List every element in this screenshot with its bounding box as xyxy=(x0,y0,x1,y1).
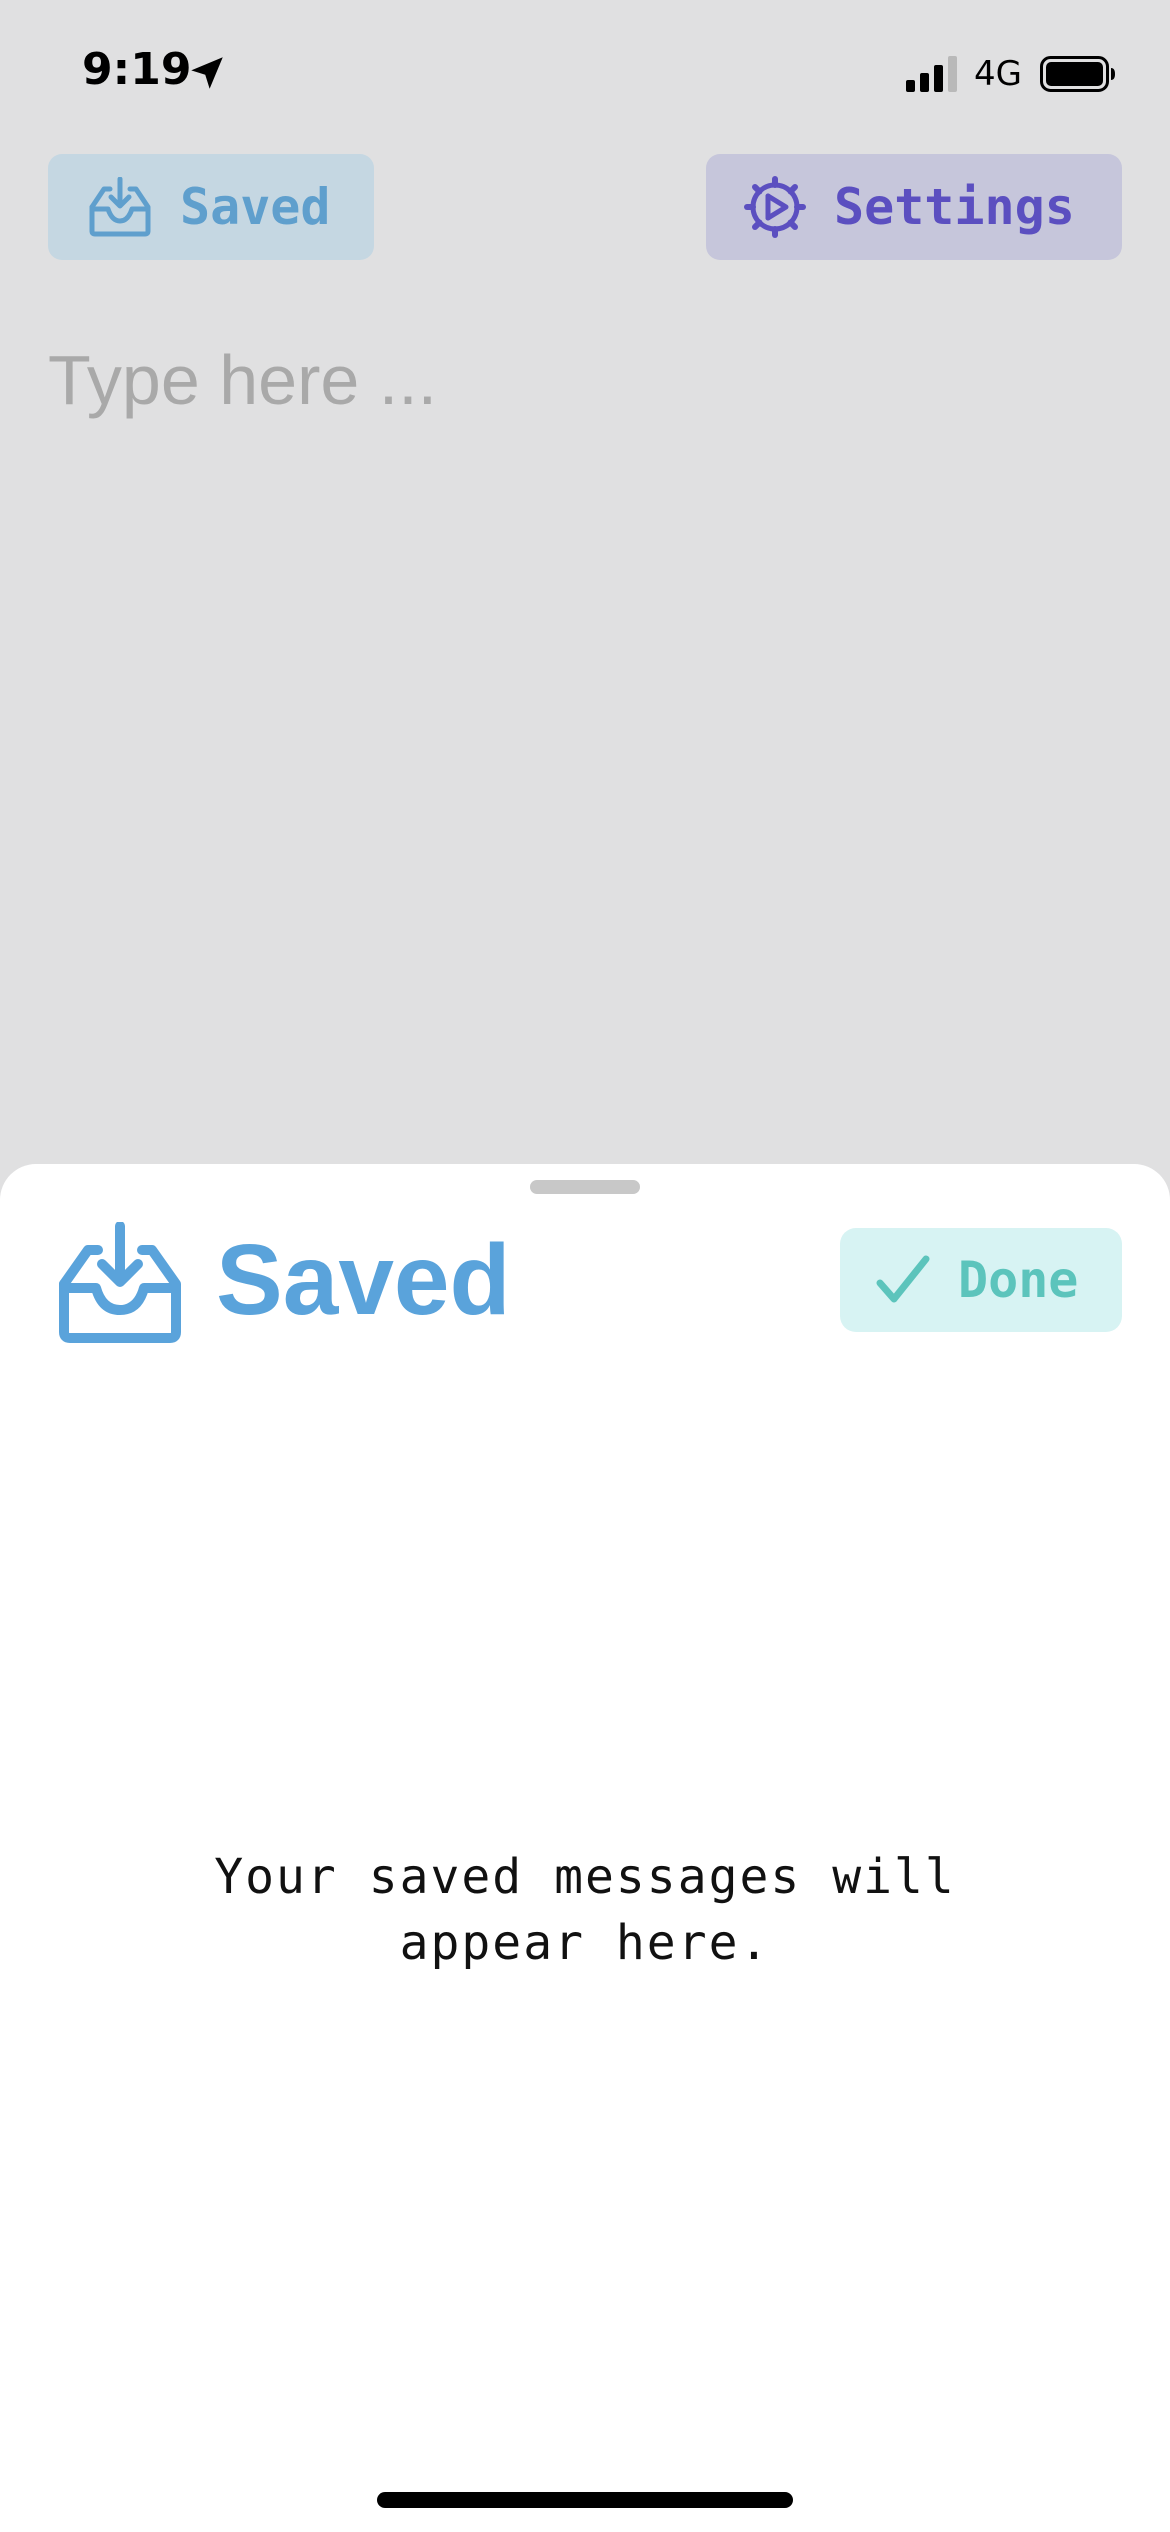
done-button-label: Done xyxy=(958,1251,1079,1309)
battery-icon xyxy=(1040,56,1115,92)
message-input[interactable] xyxy=(48,320,1118,440)
inbox-download-icon xyxy=(59,1222,181,1343)
cellular-signal-icon xyxy=(906,56,957,92)
network-type: 4G xyxy=(974,54,1022,94)
saved-sheet: Saved Done Your saved messages will appe… xyxy=(0,1164,1170,2532)
sheet-grabber[interactable] xyxy=(530,1180,640,1194)
location-arrow-icon xyxy=(191,57,223,89)
home-indicator[interactable] xyxy=(377,2492,793,2508)
sheet-title: Saved xyxy=(216,1224,511,1336)
saved-button[interactable]: Saved xyxy=(48,154,374,260)
done-button[interactable]: Done xyxy=(840,1228,1122,1332)
checkmark-icon xyxy=(876,1255,930,1303)
saved-button-label: Saved xyxy=(180,178,331,236)
empty-state-message: Your saved messages will appear here. xyxy=(214,1849,956,1971)
gear-icon xyxy=(744,176,806,238)
inbox-download-icon xyxy=(89,177,151,237)
settings-button-label: Settings xyxy=(834,178,1075,236)
status-time: 9:19 xyxy=(82,44,192,95)
settings-button[interactable]: Settings xyxy=(706,154,1122,260)
status-bar: 9:19 4G xyxy=(0,0,1170,140)
